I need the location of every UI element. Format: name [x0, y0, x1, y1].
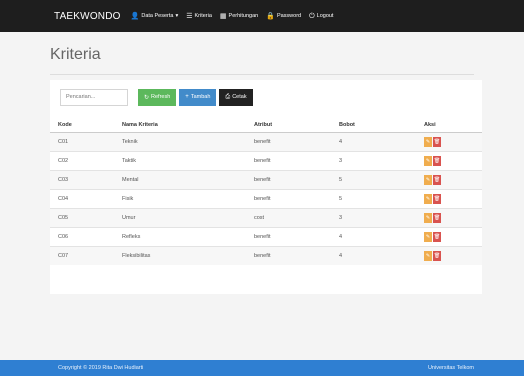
nav-password-label: Password	[276, 13, 302, 19]
cell-aksi: ✎ 🗑	[416, 169, 482, 189]
cetak-button[interactable]: ⎙ Cetak	[219, 88, 253, 106]
list-icon: ☰	[186, 12, 193, 20]
nav-kriteria[interactable]: ☰ Kriteria	[186, 13, 212, 20]
edit-icon[interactable]: ✎	[424, 155, 432, 166]
cell-nama: Fisik	[114, 188, 246, 208]
cell-nama: Mental	[114, 169, 246, 189]
kriteria-panel: ↻ Refresh + Tambah ⎙ Cetak Kode Nama Kri…	[50, 80, 482, 294]
cell-bobot: 4	[331, 245, 416, 265]
cell-kode: C05	[50, 207, 114, 227]
footer-copyright: Copyright © 2019 Rita Dwi Hudiarti	[58, 365, 144, 371]
cell-nama: Umur	[114, 207, 246, 227]
footer-university: Universitas Telkom	[427, 365, 474, 371]
delete-icon[interactable]: 🗑	[433, 193, 441, 204]
cell-nama: Taktik	[114, 150, 246, 170]
cell-atribut: cost	[246, 207, 331, 227]
table-row: C03 Mental benefit 5 ✎ 🗑	[50, 169, 482, 189]
refresh-icon: ↻	[144, 94, 150, 101]
cell-kode: C07	[50, 245, 114, 265]
edit-icon[interactable]: ✎	[424, 193, 432, 204]
header-bobot: Bobot	[331, 118, 416, 133]
kriteria-table: Kode Nama Kriteria Atribut Bobot Aksi C0…	[50, 118, 482, 265]
cell-bobot: 4	[331, 131, 416, 151]
cell-kode: C01	[50, 131, 114, 151]
cell-nama: Refleks	[114, 226, 246, 246]
cell-nama: Fleksibilitas	[114, 245, 246, 265]
cell-aksi: ✎ 🗑	[416, 188, 482, 208]
cell-atribut: benefit	[246, 245, 331, 265]
table-row: C04 Fisik benefit 5 ✎ 🗑	[50, 188, 482, 208]
search-input[interactable]	[60, 88, 128, 106]
cell-bobot: 4	[331, 226, 416, 246]
cell-atribut: benefit	[246, 131, 331, 151]
calculator-icon: ▦	[219, 12, 227, 20]
tambah-button[interactable]: + Tambah	[179, 88, 217, 106]
cell-aksi: ✎ 🗑	[416, 131, 482, 151]
delete-icon[interactable]: 🗑	[433, 155, 441, 166]
table-row: C02 Taktik benefit 3 ✎ 🗑	[50, 150, 482, 170]
header-kode: Kode	[50, 118, 114, 133]
delete-icon[interactable]: 🗑	[433, 136, 441, 147]
caret-down-icon: ▾	[175, 13, 179, 19]
refresh-label: Refresh	[151, 94, 171, 100]
header-aksi: Aksi	[416, 118, 482, 133]
cell-bobot: 5	[331, 169, 416, 189]
nav-data-peserta[interactable]: 👤 Data Peserta ▾	[131, 13, 179, 20]
edit-icon[interactable]: ✎	[424, 136, 432, 147]
table-row: C06 Refleks benefit 4 ✎ 🗑	[50, 226, 482, 246]
delete-icon[interactable]: 🗑	[433, 212, 441, 223]
cell-atribut: benefit	[246, 169, 331, 189]
edit-icon[interactable]: ✎	[424, 174, 432, 185]
tambah-label: Tambah	[190, 94, 211, 100]
plus-icon: +	[185, 94, 189, 100]
footer: Copyright © 2019 Rita Dwi Hudiarti Unive…	[0, 360, 524, 376]
table-row: C05 Umur cost 3 ✎ 🗑	[50, 207, 482, 227]
cell-nama: Teknik	[114, 131, 246, 151]
toolbar: ↻ Refresh + Tambah ⎙ Cetak	[60, 88, 253, 106]
header-atribut: Atribut	[246, 118, 331, 133]
nav-kriteria-label: Kriteria	[194, 13, 212, 19]
brand-logo[interactable]: TAEKWONDO	[54, 11, 121, 22]
cell-aksi: ✎ 🗑	[416, 245, 482, 265]
cell-aksi: ✎ 🗑	[416, 226, 482, 246]
refresh-button[interactable]: ↻ Refresh	[138, 88, 177, 106]
cell-bobot: 3	[331, 207, 416, 227]
nav-perhitungan[interactable]: ▦ Perhitungan	[220, 13, 258, 20]
cell-atribut: benefit	[246, 226, 331, 246]
top-navbar: TAEKWONDO 👤 Data Peserta ▾ ☰ Kriteria ▦ …	[0, 0, 524, 32]
cell-kode: C02	[50, 150, 114, 170]
edit-icon[interactable]: ✎	[424, 250, 432, 261]
cell-kode: C04	[50, 188, 114, 208]
user-icon: 👤	[130, 12, 140, 20]
cell-kode: C03	[50, 169, 114, 189]
print-icon: ⎙	[225, 93, 231, 100]
cell-aksi: ✎ 🗑	[416, 207, 482, 227]
cell-aksi: ✎ 🗑	[416, 150, 482, 170]
header-nama-kriteria: Nama Kriteria	[114, 118, 246, 133]
delete-icon[interactable]: 🗑	[433, 250, 441, 261]
title-divider	[50, 74, 474, 75]
edit-icon[interactable]: ✎	[424, 231, 432, 242]
cell-atribut: benefit	[246, 188, 331, 208]
lock-icon: 🔒	[266, 12, 275, 20]
nav-perhitungan-label: Perhitungan	[228, 13, 259, 19]
cetak-label: Cetak	[232, 94, 247, 100]
nav-logout-label: Logout	[316, 13, 334, 19]
delete-icon[interactable]: 🗑	[433, 231, 441, 242]
table-header-row: Kode Nama Kriteria Atribut Bobot Aksi	[50, 118, 482, 133]
cell-atribut: benefit	[246, 150, 331, 170]
table-row: C01 Teknik benefit 4 ✎ 🗑	[50, 131, 482, 151]
cell-bobot: 5	[331, 188, 416, 208]
delete-icon[interactable]: 🗑	[433, 174, 441, 185]
power-icon: ⏻	[309, 12, 315, 20]
cell-kode: C06	[50, 226, 114, 246]
edit-icon[interactable]: ✎	[424, 212, 432, 223]
nav-password[interactable]: 🔒 Password	[266, 13, 301, 20]
nav-logout[interactable]: ⏻ Logout	[309, 13, 333, 20]
page-title: Kriteria	[50, 46, 101, 63]
cell-bobot: 3	[331, 150, 416, 170]
table-row: C07 Fleksibilitas benefit 4 ✎ 🗑	[50, 245, 482, 265]
nav-data-peserta-label: Data Peserta	[141, 13, 174, 19]
